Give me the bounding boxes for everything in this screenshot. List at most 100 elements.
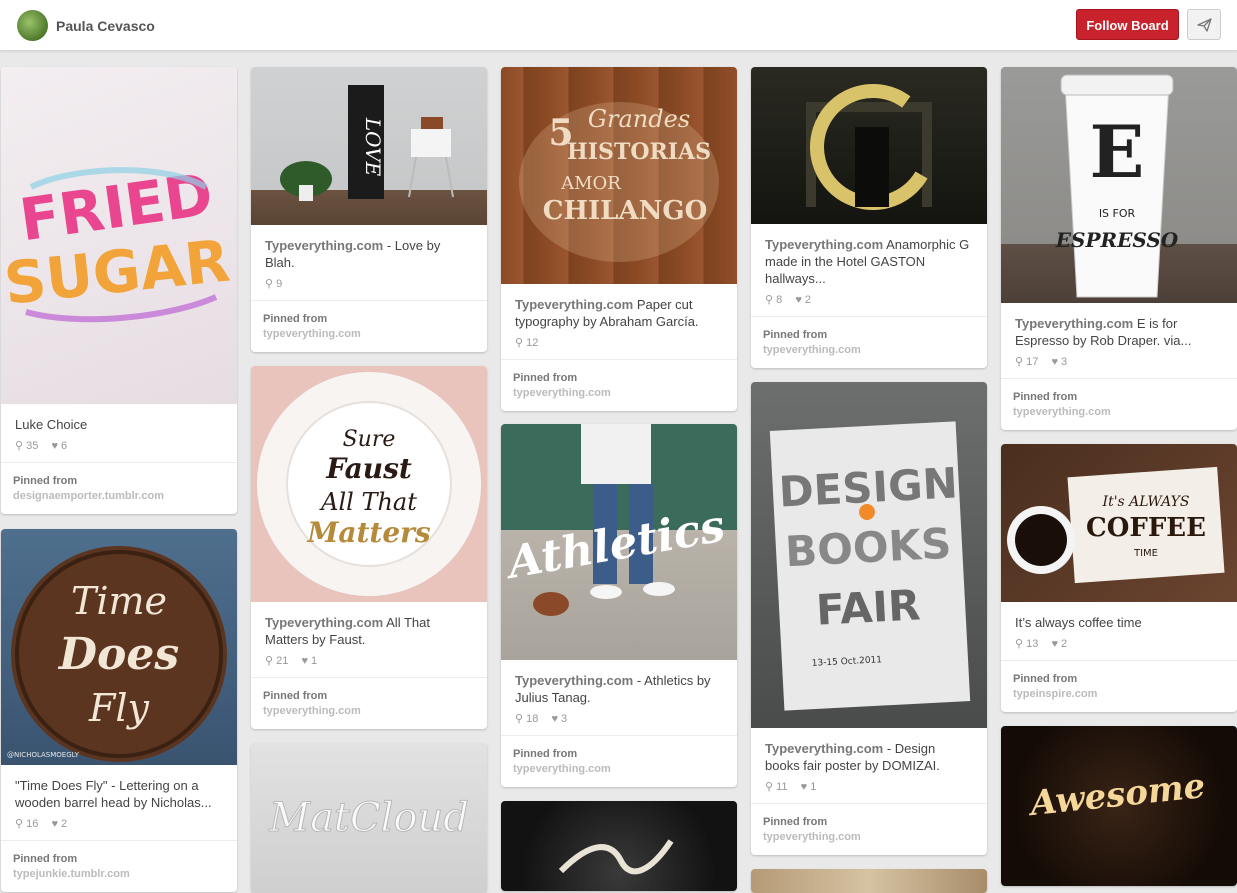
source-domain[interactable]: typeverything.com bbox=[263, 704, 475, 719]
source-domain[interactable]: typeverything.com bbox=[1013, 405, 1225, 420]
repin-count: 17 bbox=[1026, 356, 1039, 368]
svg-text:Grandes: Grandes bbox=[588, 105, 690, 133]
svg-text:Time: Time bbox=[71, 579, 167, 623]
svg-text:BOOKS: BOOKS bbox=[784, 519, 953, 577]
source-domain[interactable]: typeverything.com bbox=[763, 830, 975, 845]
pin-card[interactable] bbox=[501, 801, 737, 891]
pinned-from[interactable]: Pinned from typeverything.com bbox=[501, 735, 737, 787]
svg-text:LOVE: LOVE bbox=[361, 117, 385, 177]
all-that-matters-artwork: Sure Faust All That Matters bbox=[257, 372, 481, 596]
pin-card[interactable]: Time Does Fly @NICHOLASMOEGLY "Time Does… bbox=[1, 529, 237, 892]
source-domain[interactable]: typeinspire.com bbox=[1013, 687, 1225, 702]
heart-icon: ♥ bbox=[1051, 638, 1058, 650]
pinned-from[interactable]: Pinned from typeverything.com bbox=[251, 300, 487, 352]
svg-text:Matters: Matters bbox=[306, 516, 431, 549]
source-domain[interactable]: typejunkie.tumblr.com bbox=[13, 867, 225, 882]
pin-image[interactable]: LOVE bbox=[251, 67, 487, 225]
like-count: 2 bbox=[61, 818, 68, 830]
pinned-from[interactable]: Pinned from typeverything.com bbox=[251, 677, 487, 729]
pin-icon: ⚲ bbox=[265, 278, 274, 290]
board-header: Paula Cevasco Follow Board bbox=[0, 0, 1237, 51]
pin-image[interactable]: Awesome bbox=[1001, 726, 1237, 886]
pin-image[interactable]: Athletics bbox=[501, 424, 737, 660]
pin-image[interactable]: E IS FOR ESPRESSO bbox=[1001, 67, 1237, 303]
pin-image[interactable] bbox=[501, 801, 737, 891]
repin-count: 8 bbox=[776, 294, 783, 306]
svg-text:Fly: Fly bbox=[88, 686, 150, 730]
pin-icon: ⚲ bbox=[265, 655, 274, 667]
pin-image[interactable] bbox=[751, 67, 987, 224]
espresso-cup-artwork: E IS FOR ESPRESSO bbox=[1055, 74, 1179, 298]
svg-text:CHILANGO: CHILANGO bbox=[543, 196, 708, 226]
pin-card[interactable] bbox=[751, 869, 987, 893]
pinned-from[interactable]: Pinned from designaemporter.tumblr.com bbox=[1, 462, 237, 514]
pin-card[interactable]: It's ALWAYS COFFEE TIME It’s always coff… bbox=[1001, 444, 1237, 712]
svg-text:AMOR: AMOR bbox=[560, 173, 621, 194]
heart-icon: ♥ bbox=[301, 655, 308, 667]
design-books-fair-artwork: DESIGN BOOKS FAIR 13-15 Oct.2011 bbox=[769, 421, 971, 711]
pinned-from[interactable]: Pinned from typeinspire.com bbox=[1001, 660, 1237, 712]
pin-image[interactable]: DESIGN BOOKS FAIR 13-15 Oct.2011 bbox=[751, 382, 987, 728]
pin-card[interactable]: Sure Faust All That Matters Typeverythin… bbox=[251, 366, 487, 729]
pin-card[interactable]: MatCloud bbox=[251, 743, 487, 893]
pin-icon: ⚲ bbox=[1015, 356, 1024, 368]
pin-card[interactable]: Awesome bbox=[1001, 726, 1237, 886]
pin-icon: ⚲ bbox=[515, 337, 524, 349]
pin-icon: ⚲ bbox=[765, 781, 774, 793]
matcloud-artwork: MatCloud bbox=[268, 795, 470, 842]
svg-text:COFFEE: COFFEE bbox=[1086, 513, 1206, 543]
source-domain[interactable]: typeverything.com bbox=[763, 343, 975, 358]
svg-text:MatCloud: MatCloud bbox=[268, 795, 469, 841]
svg-text:FAIR: FAIR bbox=[815, 580, 922, 634]
pin-image[interactable]: It's ALWAYS COFFEE TIME bbox=[1001, 444, 1237, 602]
pin-description: "Time Does Fly" - Lettering on a wooden … bbox=[15, 778, 212, 810]
pin-image[interactable]: Time Does Fly @NICHOLASMOEGLY bbox=[1, 529, 237, 765]
pin-card[interactable]: 5 Grandes HISTORIAS AMOR CHILANGO Typeve… bbox=[501, 67, 737, 411]
pin-image[interactable] bbox=[751, 869, 987, 893]
send-button[interactable] bbox=[1187, 9, 1221, 40]
pinned-from[interactable]: Pinned from typeverything.com bbox=[751, 316, 987, 368]
source-domain[interactable]: designaemporter.tumblr.com bbox=[13, 489, 225, 504]
pin-image[interactable]: Sure Faust All That Matters bbox=[251, 366, 487, 602]
pin-icon: ⚲ bbox=[1015, 638, 1024, 650]
awesome-artwork: Awesome bbox=[1026, 766, 1208, 824]
svg-text:TIME: TIME bbox=[1133, 548, 1158, 559]
heart-icon: ♥ bbox=[795, 294, 802, 306]
pin-image[interactable]: MatCloud bbox=[251, 743, 487, 893]
heart-icon: ♥ bbox=[551, 713, 558, 725]
board-owner-name[interactable]: Paula Cevasco bbox=[56, 18, 155, 34]
fried-sugar-artwork: FRIED SUGAR bbox=[1, 160, 233, 323]
pin-card[interactable]: LOVE Typeverything.com - Love by Blah. ⚲… bbox=[251, 67, 487, 352]
source-domain[interactable]: typeverything.com bbox=[263, 327, 475, 342]
like-count: 6 bbox=[61, 440, 68, 452]
svg-text:@NICHOLASMOEGLY: @NICHOLASMOEGLY bbox=[7, 751, 80, 759]
paper-plane-icon bbox=[1196, 17, 1212, 32]
repin-count: 21 bbox=[276, 655, 289, 667]
avatar[interactable] bbox=[17, 10, 48, 41]
pinned-from[interactable]: Pinned from typejunkie.tumblr.com bbox=[1, 840, 237, 892]
like-count: 2 bbox=[1061, 638, 1068, 650]
pin-image[interactable]: FRIED SUGAR bbox=[1, 67, 237, 404]
source-domain[interactable]: typeverything.com bbox=[513, 386, 725, 401]
repin-count: 13 bbox=[1026, 638, 1039, 650]
pinned-from[interactable]: Pinned from typeverything.com bbox=[1001, 378, 1237, 430]
source-domain[interactable]: typeverything.com bbox=[513, 762, 725, 777]
pin-card[interactable]: DESIGN BOOKS FAIR 13-15 Oct.2011 Typever… bbox=[751, 382, 987, 855]
pin-card[interactable]: FRIED SUGAR Luke Choice ⚲ 35 ♥ 6 Pinned … bbox=[1, 67, 237, 514]
repin-count: 12 bbox=[526, 337, 539, 349]
pin-image[interactable]: 5 Grandes HISTORIAS AMOR CHILANGO bbox=[501, 67, 737, 284]
svg-text:All That: All That bbox=[319, 488, 417, 516]
pin-card[interactable]: Typeverything.com Anamorphic G made in t… bbox=[751, 67, 987, 368]
pin-icon: ⚲ bbox=[765, 294, 774, 306]
pinned-from[interactable]: Pinned from typeverything.com bbox=[501, 359, 737, 411]
pin-card[interactable]: E IS FOR ESPRESSO Typeverything.com E is… bbox=[1001, 67, 1237, 430]
pin-card[interactable]: Athletics Typeverything.com - Athletics … bbox=[501, 424, 737, 787]
svg-text:HISTORIAS: HISTORIAS bbox=[567, 139, 711, 165]
repin-count: 16 bbox=[26, 818, 39, 830]
rope-knot-artwork bbox=[558, 839, 674, 875]
svg-text:Does: Does bbox=[57, 629, 179, 680]
follow-board-button[interactable]: Follow Board bbox=[1076, 9, 1179, 40]
time-does-fly-artwork: Time Does Fly @NICHOLASMOEGLY bbox=[7, 546, 227, 762]
pinned-from[interactable]: Pinned from typeverything.com bbox=[751, 803, 987, 855]
paper-cut-artwork: 5 Grandes HISTORIAS AMOR CHILANGO bbox=[519, 102, 719, 262]
